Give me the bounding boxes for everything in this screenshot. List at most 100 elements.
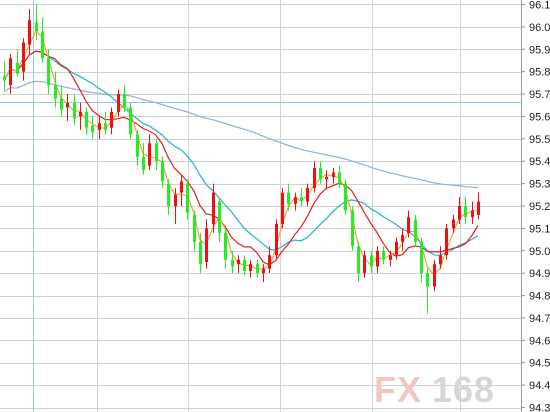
candle-body xyxy=(376,250,379,267)
y-tick-label: 95.2 xyxy=(529,201,550,213)
candle xyxy=(275,219,278,260)
candle xyxy=(224,228,227,269)
watermark-fx: FX xyxy=(374,369,422,410)
candle-body xyxy=(136,134,139,157)
candle-body xyxy=(104,123,107,130)
candle xyxy=(85,107,88,135)
candle xyxy=(35,4,38,41)
y-tick-label: 95.1 xyxy=(529,223,550,235)
candle xyxy=(142,143,145,175)
candle xyxy=(420,237,423,283)
candle xyxy=(294,192,297,211)
candle xyxy=(262,264,265,283)
candle-body xyxy=(420,241,423,274)
candle xyxy=(414,214,417,247)
candle xyxy=(281,188,284,229)
candle-body xyxy=(294,197,297,204)
candle-body xyxy=(91,125,94,133)
candle xyxy=(231,250,234,274)
y-tick-label: 96.0 xyxy=(529,22,550,34)
y-tick-label: 94.8 xyxy=(529,291,550,303)
y-tick-label: 94.9 xyxy=(529,268,550,280)
candle xyxy=(351,206,354,251)
candle-body xyxy=(338,172,341,184)
candle-body xyxy=(186,183,189,213)
candle xyxy=(91,116,94,139)
y-tick-label: 94.3 xyxy=(529,403,550,412)
candle-body xyxy=(231,259,234,267)
candle-body xyxy=(142,156,145,171)
candle xyxy=(445,223,448,260)
candle-body xyxy=(212,192,215,224)
candle-body xyxy=(256,264,259,274)
candle-body xyxy=(389,255,392,260)
grid-layer xyxy=(0,0,521,412)
candle xyxy=(136,129,139,166)
y-tick-label: 95.8 xyxy=(529,67,550,79)
candle-body xyxy=(414,219,417,242)
candle-body xyxy=(117,94,120,112)
candle-body xyxy=(28,20,31,45)
candle-body xyxy=(445,228,448,256)
candle-body xyxy=(73,103,76,119)
candle xyxy=(471,201,474,224)
y-tick-label: 95.5 xyxy=(529,134,550,146)
ma-fast-line xyxy=(3,30,479,276)
candle-body xyxy=(281,192,284,224)
candle-body xyxy=(199,241,202,265)
candle xyxy=(376,246,379,274)
candle-layer xyxy=(3,4,480,314)
candle-body xyxy=(439,255,442,265)
candle-body xyxy=(35,22,38,32)
candle-body xyxy=(325,176,328,180)
candle xyxy=(357,241,360,283)
candle-body xyxy=(401,235,404,242)
candle-body xyxy=(452,219,455,229)
candle xyxy=(319,161,322,184)
candle-body xyxy=(148,143,151,166)
candle-body xyxy=(237,259,240,265)
candle xyxy=(167,179,170,215)
candle-body xyxy=(193,214,196,242)
watermark-logo: FX 168 xyxy=(374,369,494,410)
candle-body xyxy=(66,103,69,108)
ma-mid-line xyxy=(3,50,479,266)
candle-body xyxy=(129,107,132,135)
y-tick-label: 94.6 xyxy=(529,335,550,347)
candle-body xyxy=(22,42,25,72)
candle xyxy=(129,103,132,139)
candle-body xyxy=(85,111,88,128)
candle xyxy=(325,170,328,189)
candle xyxy=(332,167,335,184)
candle-body xyxy=(224,232,227,260)
candle-body xyxy=(98,123,101,130)
candle-body xyxy=(344,183,347,211)
candle xyxy=(256,259,259,278)
candle-body xyxy=(458,206,461,220)
candle-body xyxy=(357,246,360,274)
y-tick-label: 96.1 xyxy=(529,0,550,11)
candle xyxy=(433,259,436,292)
candle-body xyxy=(287,192,290,204)
candle-body xyxy=(16,62,19,74)
candle-body xyxy=(477,201,480,215)
candle-body xyxy=(262,268,265,274)
candle-body xyxy=(54,85,57,99)
candle xyxy=(16,49,19,77)
candle xyxy=(41,17,44,63)
candle-body xyxy=(110,111,113,128)
candle-body xyxy=(161,161,164,182)
candle xyxy=(104,111,107,135)
candle xyxy=(344,179,347,215)
candle-body xyxy=(313,167,316,189)
y-tick-label: 95.7 xyxy=(529,89,550,101)
candle-body xyxy=(351,210,354,247)
y-tick-label: 94.7 xyxy=(529,313,550,325)
candle-body xyxy=(167,183,170,206)
candle-body xyxy=(370,255,373,267)
candle-body xyxy=(363,255,366,274)
candle-body xyxy=(275,223,278,256)
y-tick-label: 94.4 xyxy=(529,380,550,392)
candle xyxy=(300,188,303,206)
candle-body xyxy=(426,273,429,287)
